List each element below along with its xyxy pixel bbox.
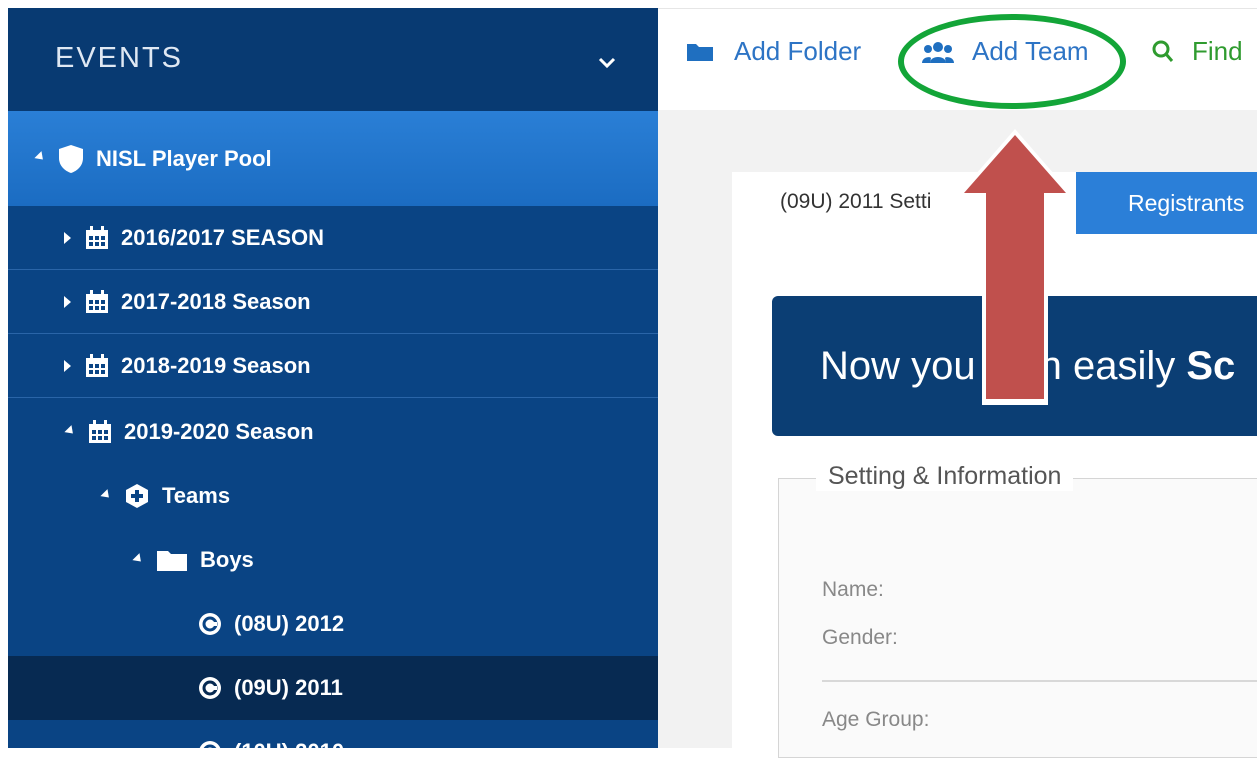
team-badge-icon bbox=[198, 740, 222, 748]
team-badge-icon bbox=[198, 676, 222, 700]
tree-item-label: (10U) 2010 bbox=[234, 739, 344, 748]
tree-item-label: 2019-2020 Season bbox=[124, 419, 314, 444]
sidebar-header[interactable]: EVENTS bbox=[8, 8, 658, 111]
caret-down-icon[interactable] bbox=[34, 151, 47, 164]
folder-icon bbox=[156, 548, 188, 572]
tab-settings[interactable]: (09U) 2011 Setti bbox=[780, 190, 931, 214]
caret-right-icon[interactable] bbox=[64, 359, 71, 372]
tree-item-label: (08U) 2012 bbox=[234, 611, 345, 636]
tree-item-label: 2017-2018 Season bbox=[121, 288, 311, 314]
section-legend: Setting & Information bbox=[816, 462, 1074, 491]
search-icon bbox=[1152, 40, 1174, 64]
red-arrow-annotation bbox=[950, 125, 1080, 415]
tree-item-teams[interactable]: Teams bbox=[8, 464, 658, 528]
tree-item-label: 2016/2017 SEASON bbox=[121, 224, 325, 250]
find-button[interactable]: Find bbox=[1152, 36, 1243, 67]
tree-item-2019-2020-season[interactable]: 2019-2020 Season bbox=[8, 400, 658, 464]
caret-down-icon[interactable] bbox=[100, 488, 113, 501]
tree-item-label: NISL Player Pool bbox=[96, 145, 272, 171]
tree-item-label: Boys bbox=[200, 547, 254, 572]
sidebar-title: EVENTS bbox=[55, 42, 184, 74]
age-group-label: Age Group: bbox=[822, 708, 930, 731]
team-badge-icon bbox=[198, 612, 222, 636]
add-folder-button[interactable]: Add Folder bbox=[686, 36, 861, 67]
tree-item-2017-2018-season[interactable]: 2017-2018 Season bbox=[8, 270, 658, 334]
banner-text-bold: Sc bbox=[1186, 344, 1236, 388]
tree-item-boys[interactable]: Boys bbox=[8, 528, 658, 592]
tree-item-08u-2012[interactable]: (08U) 2012 bbox=[8, 592, 658, 656]
highlight-ellipse bbox=[898, 14, 1126, 109]
add-folder-label: Add Folder bbox=[734, 36, 862, 66]
add-team-icon bbox=[124, 483, 150, 509]
chevron-down-icon[interactable] bbox=[598, 56, 616, 74]
caret-down-icon[interactable] bbox=[132, 552, 145, 565]
sidebar: EVENTS NISL Player Pool 2016/2017 SEASON… bbox=[8, 8, 658, 748]
caret-right-icon[interactable] bbox=[64, 295, 71, 308]
calendar-icon bbox=[88, 420, 112, 444]
tree-item-10u-2010[interactable]: (10U) 2010 bbox=[8, 720, 658, 748]
calendar-icon bbox=[85, 353, 109, 378]
calendar-icon bbox=[85, 225, 109, 250]
tree-item-2018-2019-season[interactable]: 2018-2019 Season bbox=[8, 334, 658, 398]
shield-icon bbox=[58, 144, 84, 174]
find-label: Find bbox=[1192, 36, 1243, 66]
tree-item-2016-2017-season[interactable]: 2016/2017 SEASON bbox=[8, 206, 658, 270]
caret-right-icon[interactable] bbox=[64, 231, 71, 244]
tree-item-label: (09U) 2011 bbox=[234, 675, 343, 700]
tree-item-label: Teams bbox=[162, 483, 231, 508]
tree-item-09u-2011[interactable]: (09U) 2011 bbox=[8, 656, 658, 720]
caret-down-icon[interactable] bbox=[64, 424, 77, 437]
section-divider bbox=[822, 680, 1257, 682]
gender-label: Gender: bbox=[822, 626, 898, 649]
tree-item-nisl-player-pool[interactable]: NISL Player Pool bbox=[8, 111, 658, 206]
folder-icon bbox=[686, 42, 714, 62]
name-label: Name: bbox=[822, 578, 884, 601]
calendar-icon bbox=[85, 289, 109, 314]
tree-item-label: 2018-2019 Season bbox=[121, 352, 311, 378]
tab-registrants[interactable]: Registrants bbox=[1076, 172, 1257, 234]
